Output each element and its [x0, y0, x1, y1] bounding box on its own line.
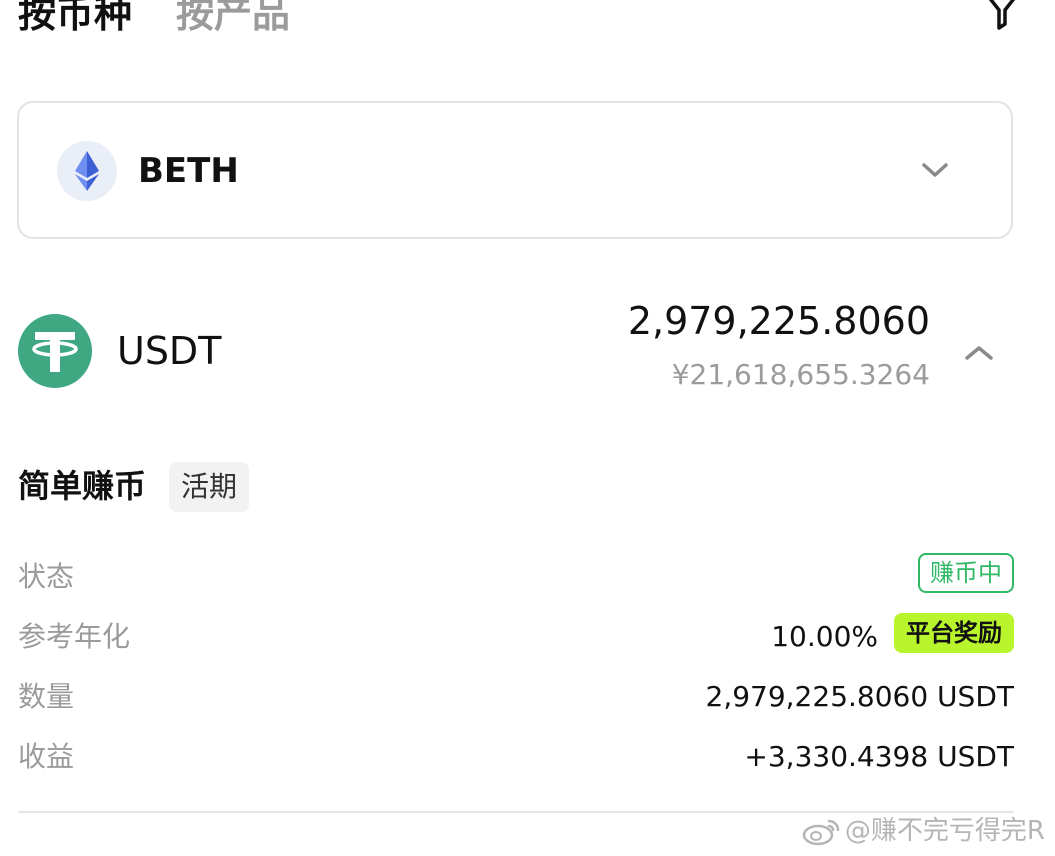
ethereum-icon: [57, 141, 117, 201]
selected-coin-label: BETH: [138, 151, 239, 191]
weibo-icon: [802, 819, 840, 846]
watermark-text: @赚不完亏得完R: [844, 816, 1045, 846]
asset-name: USDT: [117, 329, 222, 373]
quantity-row: 数量 2,979,225.8060 USDT: [18, 673, 1014, 721]
status-label: 状态: [18, 560, 75, 593]
asset-fiat-value: ¥21,618,655.3264: [671, 358, 930, 391]
filter-icon[interactable]: [985, 0, 1019, 30]
tab-bar: 按币种 按产品: [18, 0, 290, 42]
coin-selector-dropdown[interactable]: BETH: [17, 101, 1013, 239]
tab-by-coin[interactable]: 按币种: [18, 0, 132, 38]
earnings-value: +3,330.4398 USDT: [744, 740, 1014, 773]
asset-row-usdt[interactable]: USDT 2,979,225.8060 ¥21,618,655.3264: [18, 295, 1014, 405]
earnings-label: 收益: [18, 740, 75, 773]
quantity-label: 数量: [18, 680, 75, 713]
status-badge: 赚币中: [918, 553, 1014, 593]
tether-icon: [18, 314, 92, 388]
apr-row: 参考年化 10.00% 平台奖励: [18, 613, 1014, 661]
apr-value: 10.00%: [771, 620, 878, 653]
apr-label: 参考年化: [18, 620, 131, 653]
platform-bonus-badge[interactable]: 平台奖励: [894, 613, 1014, 653]
quantity-value: 2,979,225.8060 USDT: [705, 680, 1015, 713]
chevron-up-icon[interactable]: [964, 344, 994, 362]
watermark: @赚不完亏得完R: [801, 813, 1045, 849]
product-type-tag: 活期: [169, 462, 250, 512]
status-row: 状态 赚币中: [18, 553, 1014, 601]
asset-amount: 2,979,225.8060: [627, 299, 930, 343]
earnings-row: 收益 +3,330.4398 USDT: [18, 733, 1014, 781]
tab-by-product[interactable]: 按产品: [176, 0, 290, 38]
chevron-down-icon: [922, 163, 948, 177]
product-title: 简单赚币: [18, 467, 147, 505]
